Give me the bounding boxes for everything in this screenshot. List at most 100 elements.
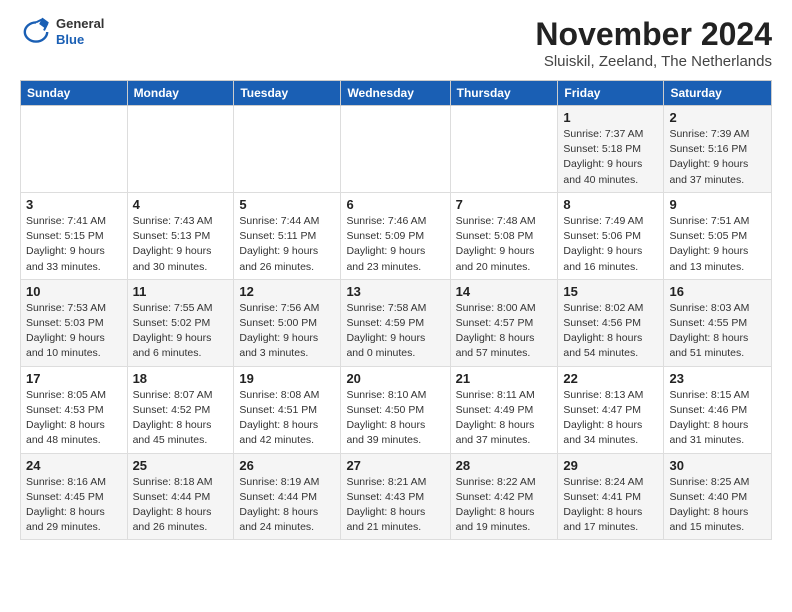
month-title: November 2024 bbox=[535, 16, 772, 53]
day-info: Sunrise: 8:10 AM Sunset: 4:50 PM Dayligh… bbox=[346, 388, 444, 449]
week-row-3: 10Sunrise: 7:53 AM Sunset: 5:03 PM Dayli… bbox=[21, 279, 772, 366]
day-number: 20 bbox=[346, 371, 444, 386]
day-number: 30 bbox=[669, 458, 766, 473]
calendar-cell: 28Sunrise: 8:22 AM Sunset: 4:42 PM Dayli… bbox=[450, 453, 558, 540]
calendar-cell: 15 Sunrise: 8:02 AM Sunset: 4:56 PM Dayli… bbox=[558, 279, 664, 366]
calendar-cell: 16Sunrise: 8:03 AM Sunset: 4:55 PM Dayli… bbox=[664, 279, 772, 366]
calendar-cell bbox=[234, 106, 341, 193]
header: General Blue November 2024 Sluiskil, Zee… bbox=[20, 16, 772, 70]
calendar-cell: 10Sunrise: 7:53 AM Sunset: 5:03 PM Dayli… bbox=[21, 279, 128, 366]
logo-general-text: General bbox=[56, 16, 104, 32]
calendar-cell: 3 Sunrise: 7:41 AM Sunset: 5:15 PM Daylig… bbox=[21, 192, 128, 279]
day-number: 6 bbox=[346, 197, 444, 212]
day-number: 24 bbox=[26, 458, 122, 473]
day-info: Sunrise: 7:41 AM Sunset: 5:15 PM Dayligh… bbox=[26, 214, 122, 275]
day-info: Sunrise: 8:02 AM Sunset: 4:56 PM Dayligh… bbox=[563, 301, 658, 362]
calendar-cell bbox=[341, 106, 450, 193]
day-info: Sunrise: 7:56 AM Sunset: 5:00 PM Dayligh… bbox=[239, 301, 335, 362]
calendar-cell: 9 Sunrise: 7:51 AM Sunset: 5:05 PM Daylig… bbox=[664, 192, 772, 279]
day-number: 4 bbox=[133, 197, 229, 212]
day-info: Sunrise: 7:43 AM Sunset: 5:13 PM Dayligh… bbox=[133, 214, 229, 275]
logo-blue-text: Blue bbox=[56, 32, 104, 48]
day-info: Sunrise: 7:44 AM Sunset: 5:11 PM Dayligh… bbox=[239, 214, 335, 275]
day-number: 23 bbox=[669, 371, 766, 386]
day-number: 27 bbox=[346, 458, 444, 473]
day-number: 2 bbox=[669, 110, 766, 125]
calendar-cell: 6 Sunrise: 7:46 AM Sunset: 5:09 PM Daylig… bbox=[341, 192, 450, 279]
day-number: 7 bbox=[456, 197, 553, 212]
calendar-cell: 17 Sunrise: 8:05 AM Sunset: 4:53 PM Dayli… bbox=[21, 366, 128, 453]
day-info: Sunrise: 8:19 AM Sunset: 4:44 PM Dayligh… bbox=[239, 475, 335, 536]
day-number: 19 bbox=[239, 371, 335, 386]
week-row-5: 24 Sunrise: 8:16 AM Sunset: 4:45 PM Dayli… bbox=[21, 453, 772, 540]
calendar-cell: 1Sunrise: 7:37 AM Sunset: 5:18 PM Daylig… bbox=[558, 106, 664, 193]
day-info: Sunrise: 8:16 AM Sunset: 4:45 PM Dayligh… bbox=[26, 475, 122, 536]
day-info: Sunrise: 8:13 AM Sunset: 4:47 PM Dayligh… bbox=[563, 388, 658, 449]
location-subtitle: Sluiskil, Zeeland, The Netherlands bbox=[535, 53, 772, 70]
day-info: Sunrise: 8:24 AM Sunset: 4:41 PM Dayligh… bbox=[563, 475, 658, 536]
day-number: 5 bbox=[239, 197, 335, 212]
day-number: 11 bbox=[133, 284, 229, 299]
day-info: Sunrise: 8:21 AM Sunset: 4:43 PM Dayligh… bbox=[346, 475, 444, 536]
calendar-cell: 18Sunrise: 8:07 AM Sunset: 4:52 PM Dayli… bbox=[127, 366, 234, 453]
day-info: Sunrise: 7:49 AM Sunset: 5:06 PM Dayligh… bbox=[563, 214, 658, 275]
calendar-cell: 8 Sunrise: 7:49 AM Sunset: 5:06 PM Daylig… bbox=[558, 192, 664, 279]
day-number: 13 bbox=[346, 284, 444, 299]
calendar-cell: 13 Sunrise: 7:58 AM Sunset: 4:59 PM Dayli… bbox=[341, 279, 450, 366]
day-number: 3 bbox=[26, 197, 122, 212]
weekday-header-row: SundayMondayTuesdayWednesdayThursdayFrid… bbox=[21, 81, 772, 106]
week-row-4: 17 Sunrise: 8:05 AM Sunset: 4:53 PM Dayli… bbox=[21, 366, 772, 453]
day-info: Sunrise: 8:00 AM Sunset: 4:57 PM Dayligh… bbox=[456, 301, 553, 362]
day-info: Sunrise: 8:11 AM Sunset: 4:49 PM Dayligh… bbox=[456, 388, 553, 449]
calendar-cell: 26 Sunrise: 8:19 AM Sunset: 4:44 PM Dayli… bbox=[234, 453, 341, 540]
calendar-cell: 24 Sunrise: 8:16 AM Sunset: 4:45 PM Dayli… bbox=[21, 453, 128, 540]
calendar-cell: 30Sunrise: 8:25 AM Sunset: 4:40 PM Dayli… bbox=[664, 453, 772, 540]
logo-text: General Blue bbox=[56, 16, 104, 47]
day-number: 1 bbox=[563, 110, 658, 125]
logo: General Blue bbox=[20, 16, 104, 48]
calendar-table: SundayMondayTuesdayWednesdayThursdayFrid… bbox=[20, 80, 772, 540]
day-number: 9 bbox=[669, 197, 766, 212]
calendar-cell: 2Sunrise: 7:39 AM Sunset: 5:16 PM Daylig… bbox=[664, 106, 772, 193]
day-number: 26 bbox=[239, 458, 335, 473]
calendar-cell: 23 Sunrise: 8:15 AM Sunset: 4:46 PM Dayli… bbox=[664, 366, 772, 453]
calendar-cell: 21Sunrise: 8:11 AM Sunset: 4:49 PM Dayli… bbox=[450, 366, 558, 453]
title-section: November 2024 Sluiskil, Zeeland, The Net… bbox=[535, 16, 772, 70]
day-number: 8 bbox=[563, 197, 658, 212]
day-info: Sunrise: 8:22 AM Sunset: 4:42 PM Dayligh… bbox=[456, 475, 553, 536]
logo-icon bbox=[20, 16, 52, 48]
calendar-cell: 19 Sunrise: 8:08 AM Sunset: 4:51 PM Dayli… bbox=[234, 366, 341, 453]
weekday-header-friday: Friday bbox=[558, 81, 664, 106]
weekday-header-thursday: Thursday bbox=[450, 81, 558, 106]
calendar-cell: 7Sunrise: 7:48 AM Sunset: 5:08 PM Daylig… bbox=[450, 192, 558, 279]
day-info: Sunrise: 8:07 AM Sunset: 4:52 PM Dayligh… bbox=[133, 388, 229, 449]
calendar-cell: 27 Sunrise: 8:21 AM Sunset: 4:43 PM Dayli… bbox=[341, 453, 450, 540]
day-number: 29 bbox=[563, 458, 658, 473]
calendar-cell: 4 Sunrise: 7:43 AM Sunset: 5:13 PM Daylig… bbox=[127, 192, 234, 279]
day-info: Sunrise: 7:55 AM Sunset: 5:02 PM Dayligh… bbox=[133, 301, 229, 362]
day-info: Sunrise: 8:05 AM Sunset: 4:53 PM Dayligh… bbox=[26, 388, 122, 449]
calendar-cell: 29 Sunrise: 8:24 AM Sunset: 4:41 PM Dayli… bbox=[558, 453, 664, 540]
day-info: Sunrise: 7:53 AM Sunset: 5:03 PM Dayligh… bbox=[26, 301, 122, 362]
day-info: Sunrise: 8:15 AM Sunset: 4:46 PM Dayligh… bbox=[669, 388, 766, 449]
calendar-cell bbox=[21, 106, 128, 193]
day-info: Sunrise: 8:18 AM Sunset: 4:44 PM Dayligh… bbox=[133, 475, 229, 536]
day-number: 16 bbox=[669, 284, 766, 299]
day-number: 15 bbox=[563, 284, 658, 299]
calendar-cell: 25Sunrise: 8:18 AM Sunset: 4:44 PM Dayli… bbox=[127, 453, 234, 540]
week-row-1: 1Sunrise: 7:37 AM Sunset: 5:18 PM Daylig… bbox=[21, 106, 772, 193]
calendar-cell: 11 Sunrise: 7:55 AM Sunset: 5:02 PM Dayli… bbox=[127, 279, 234, 366]
calendar-cell bbox=[450, 106, 558, 193]
calendar-cell: 22Sunrise: 8:13 AM Sunset: 4:47 PM Dayli… bbox=[558, 366, 664, 453]
day-number: 12 bbox=[239, 284, 335, 299]
day-info: Sunrise: 7:58 AM Sunset: 4:59 PM Dayligh… bbox=[346, 301, 444, 362]
week-row-2: 3 Sunrise: 7:41 AM Sunset: 5:15 PM Daylig… bbox=[21, 192, 772, 279]
day-number: 17 bbox=[26, 371, 122, 386]
calendar-cell: 14Sunrise: 8:00 AM Sunset: 4:57 PM Dayli… bbox=[450, 279, 558, 366]
day-info: Sunrise: 7:51 AM Sunset: 5:05 PM Dayligh… bbox=[669, 214, 766, 275]
calendar-cell bbox=[127, 106, 234, 193]
day-info: Sunrise: 7:46 AM Sunset: 5:09 PM Dayligh… bbox=[346, 214, 444, 275]
calendar-cell: 20 Sunrise: 8:10 AM Sunset: 4:50 PM Dayli… bbox=[341, 366, 450, 453]
day-info: Sunrise: 8:08 AM Sunset: 4:51 PM Dayligh… bbox=[239, 388, 335, 449]
weekday-header-tuesday: Tuesday bbox=[234, 81, 341, 106]
